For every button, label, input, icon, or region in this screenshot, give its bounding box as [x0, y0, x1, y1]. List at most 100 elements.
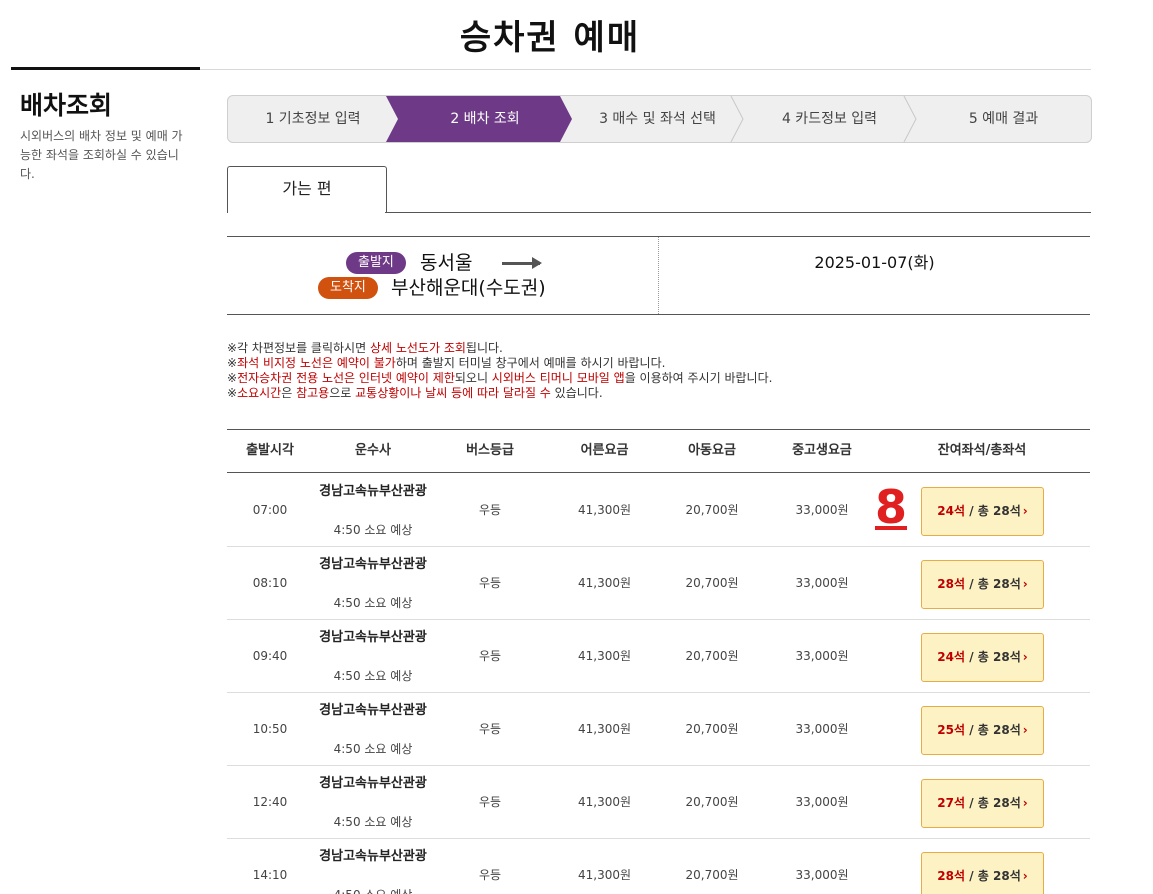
- arrival-badge: 도착지: [318, 277, 378, 299]
- arrow-right-icon: [502, 257, 542, 269]
- remaining-seats: 28석: [937, 577, 966, 591]
- table-row[interactable]: 14:10 경남고속뉴부산관광 4:50 소요 예상 우등 41,300원 20…: [227, 839, 1090, 894]
- step-basic-info: 1 기초정보 입력: [265, 111, 361, 127]
- bus-grade: 우등: [478, 649, 502, 663]
- child-fare: 20,700원: [685, 649, 739, 663]
- youth-fare: 33,000원: [795, 576, 849, 590]
- chevron-right-icon: ›: [1022, 504, 1028, 518]
- notice-item: ※좌석 비지정 노선은 예약이 불가하며 출발지 터미널 창구에서 예매를 하시…: [227, 356, 666, 370]
- step-seat-select: 3 매수 및 좌석 선택: [599, 111, 716, 127]
- seat-select-button[interactable]: 28석 / 총 28석 ›: [921, 560, 1044, 609]
- header-child-fare: 아동요금: [688, 443, 736, 458]
- progress-steps: 1 기초정보 입력 2 배차 조회 3 매수 및 좌석 선택 4 카드정보 입력…: [227, 95, 1092, 143]
- adult-fare: 41,300원: [577, 649, 632, 663]
- departure-time: 14:10: [252, 868, 288, 882]
- table-row[interactable]: 10:50 경남고속뉴부산관광 4:50 소요 예상 우등 41,300원 20…: [227, 693, 1090, 766]
- total-seats: / 총 28석: [965, 723, 1021, 737]
- seat-select-button[interactable]: 24석 / 총 28석 ›: [921, 633, 1044, 682]
- total-seats: / 총 28석: [965, 869, 1021, 883]
- total-seats: / 총 28석: [965, 650, 1021, 664]
- bus-grade: 우등: [478, 503, 502, 517]
- adult-fare: 41,300원: [577, 868, 632, 882]
- bus-grade: 우등: [478, 722, 502, 736]
- bus-grade: 우등: [478, 868, 502, 882]
- bus-grade: 우등: [478, 795, 502, 809]
- notice-item: ※각 차편정보를 클릭하시면 상세 노선도가 조회됩니다.: [227, 341, 503, 355]
- child-fare: 20,700원: [685, 722, 739, 736]
- route-summary: 출발지 동서울 도착지 부산해운대(수도권) 2025-01-07(화): [227, 236, 1090, 315]
- departure-date: 2025-01-07(화): [814, 253, 935, 272]
- header-company: 운수사: [355, 443, 391, 458]
- duration: 4:50 소요 예상: [333, 669, 413, 683]
- youth-fare: 33,000원: [795, 795, 849, 809]
- header-youth-fare: 중고생요금: [792, 443, 852, 458]
- tab-outbound[interactable]: 가는 편: [227, 166, 387, 213]
- company-name: 경남고속뉴부산관광: [319, 849, 427, 864]
- adult-fare: 41,300원: [577, 503, 632, 517]
- table-header: 출발시각 운수사 버스등급 어른요금 아동요금 중고생요금 잔여좌석/총좌석: [227, 430, 1090, 473]
- chevron-right-icon: ›: [1022, 723, 1028, 737]
- arrival-terminal: 부산해운대(수도권): [391, 277, 546, 299]
- remaining-seats: 27석: [937, 796, 966, 810]
- chevron-right-icon: ›: [1022, 796, 1028, 810]
- step-result: 5 예매 결과: [968, 111, 1039, 127]
- departure-time: 10:50: [252, 722, 288, 736]
- child-fare: 20,700원: [685, 868, 739, 882]
- departure-badge: 출발지: [346, 252, 406, 274]
- youth-fare: 33,000원: [795, 868, 849, 882]
- departure-terminal: 동서울: [420, 252, 473, 274]
- company-name: 경남고속뉴부산관광: [319, 557, 427, 572]
- chevron-right-icon: ›: [1022, 650, 1028, 664]
- child-fare: 20,700원: [685, 795, 739, 809]
- total-seats: / 총 28석: [965, 796, 1021, 810]
- step-dispatch-lookup: 2 배차 조회: [450, 111, 520, 127]
- tab-divider: [385, 212, 1091, 213]
- table-row[interactable]: 07:00 경남고속뉴부산관광 4:50 소요 예상 우등 41,300원 20…: [227, 474, 1090, 547]
- seat-select-button[interactable]: 27석 / 총 28석 ›: [921, 779, 1044, 828]
- departure-time: 09:40: [252, 649, 288, 663]
- header-departure-time: 출발시각: [246, 443, 294, 458]
- youth-fare: 33,000원: [795, 503, 849, 517]
- adult-fare: 41,300원: [577, 722, 632, 736]
- notice-item: ※소요시간은 참고용으로 교통상황이나 날씨 등에 따라 달라질 수 있습니다.: [227, 386, 603, 400]
- annotation-marker: 8: [875, 480, 908, 534]
- dispatch-table: 출발시각 운수사 버스등급 어른요금 아동요금 중고생요금 잔여좌석/총좌석 0…: [227, 429, 1090, 894]
- title-divider-accent: [11, 67, 200, 70]
- youth-fare: 33,000원: [795, 722, 849, 736]
- child-fare: 20,700원: [685, 503, 739, 517]
- departure-time: 12:40: [252, 795, 288, 809]
- sidebar-title: 배차조회: [20, 91, 113, 120]
- duration: 4:50 소요 예상: [333, 815, 413, 829]
- total-seats: / 총 28석: [965, 504, 1021, 518]
- duration: 4:50 소요 예상: [333, 742, 413, 756]
- step-card-info: 4 카드정보 입력: [781, 111, 878, 127]
- header-adult-fare: 어른요금: [580, 443, 629, 458]
- sidebar-description: 시외버스의 배차 정보 및 예매 가능한 좌석을 조회하실 수 있습니다.: [20, 129, 183, 181]
- seat-select-button[interactable]: 28석 / 총 28석 ›: [921, 852, 1044, 894]
- company-name: 경남고속뉴부산관광: [319, 484, 427, 499]
- bus-grade: 우등: [478, 576, 502, 590]
- remaining-seats: 24석: [937, 650, 966, 664]
- table-row[interactable]: 08:10 경남고속뉴부산관광 4:50 소요 예상 우등 41,300원 20…: [227, 547, 1090, 620]
- notice-list: ※각 차편정보를 클릭하시면 상세 노선도가 조회됩니다. ※좌석 비지정 노선…: [227, 341, 772, 401]
- remaining-seats: 25석: [937, 723, 966, 737]
- adult-fare: 41,300원: [577, 576, 632, 590]
- seat-select-button[interactable]: 24석 / 총 28석 ›: [921, 487, 1044, 536]
- departure-time: 08:10: [252, 576, 288, 590]
- duration: 4:50 소요 예상: [333, 523, 413, 537]
- header-bus-grade: 버스등급: [466, 443, 514, 458]
- table-row[interactable]: 09:40 경남고속뉴부산관광 4:50 소요 예상 우등 41,300원 20…: [227, 620, 1090, 693]
- company-name: 경남고속뉴부산관광: [319, 703, 427, 718]
- duration: 4:50 소요 예상: [333, 596, 413, 610]
- chevron-right-icon: ›: [1022, 869, 1028, 883]
- table-row[interactable]: 12:40 경남고속뉴부산관광 4:50 소요 예상 우등 41,300원 20…: [227, 766, 1090, 839]
- seat-select-button[interactable]: 25석 / 총 28석 ›: [921, 706, 1044, 755]
- remaining-seats: 24석: [937, 504, 966, 518]
- total-seats: / 총 28석: [965, 577, 1021, 591]
- youth-fare: 33,000원: [795, 649, 849, 663]
- adult-fare: 41,300원: [577, 795, 632, 809]
- departure-time: 07:00: [252, 503, 288, 517]
- child-fare: 20,700원: [685, 576, 739, 590]
- company-name: 경남고속뉴부산관광: [319, 630, 427, 645]
- company-name: 경남고속뉴부산관광: [319, 776, 427, 791]
